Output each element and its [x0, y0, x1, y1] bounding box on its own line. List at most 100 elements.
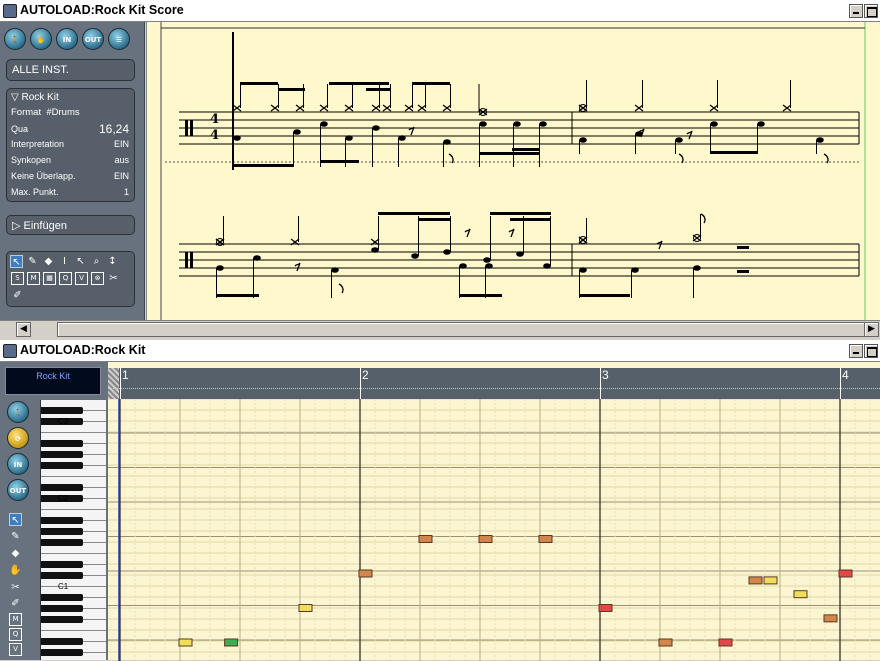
note-grid[interactable]	[108, 399, 880, 661]
list-icon[interactable]: ☰	[108, 28, 130, 50]
hand-icon[interactable]: ✋	[30, 28, 52, 50]
cymbal-notehead	[319, 104, 329, 112]
matrix-titlebar[interactable]: AUTOLOAD:Rock Kit	[0, 340, 880, 362]
s-tool-icon[interactable]: S	[11, 272, 24, 285]
beam	[217, 294, 259, 297]
hand-tool-icon[interactable]: ✋	[9, 564, 22, 577]
notehead	[371, 247, 379, 253]
out-icon[interactable]: OUT	[82, 28, 104, 50]
black-key[interactable]	[41, 605, 83, 612]
format-row[interactable]: Format #Drums	[11, 106, 129, 120]
black-key[interactable]	[41, 638, 83, 645]
insert-box[interactable]: ▷ Einfügen	[6, 215, 135, 235]
black-key[interactable]	[41, 616, 83, 623]
drum-grid[interactable]: 1 2 3 4	[108, 362, 880, 661]
params-header[interactable]: ▽ Rock Kit	[11, 91, 129, 105]
brush-tool-icon[interactable]: ✐	[11, 289, 24, 302]
bar-ruler[interactable]: 1 2 3 4	[108, 368, 880, 399]
walk-icon[interactable]: 🚶	[4, 28, 26, 50]
in-icon[interactable]: IN	[7, 453, 29, 475]
scissors-tool-icon[interactable]: ✂	[9, 581, 22, 594]
staff-system-2	[179, 243, 860, 277]
instrument-name-display[interactable]: Rock Kit	[5, 367, 101, 395]
score-canvas[interactable]: 44	[146, 22, 880, 320]
beam	[512, 148, 539, 151]
notehead	[443, 249, 451, 255]
minimize-button[interactable]	[849, 4, 863, 18]
black-key[interactable]	[41, 561, 83, 568]
black-key[interactable]	[41, 649, 83, 656]
max-value[interactable]: 1	[124, 185, 129, 199]
glue-tool-icon[interactable]: ⊗	[91, 272, 104, 285]
black-key[interactable]	[41, 440, 83, 447]
qua-row[interactable]: Qua 16,24	[11, 122, 129, 136]
black-key[interactable]	[41, 517, 83, 524]
black-key[interactable]	[41, 528, 83, 535]
q-tool-icon[interactable]: Q	[59, 272, 72, 285]
minimize-button[interactable]	[849, 344, 863, 358]
bar-tick	[840, 368, 841, 399]
instrument-set-box[interactable]: ALLE INST.	[6, 59, 135, 81]
m-tool-icon[interactable]: M	[27, 272, 40, 285]
catch-icon[interactable]: ⟳	[7, 427, 29, 449]
note-event	[718, 638, 733, 647]
zoom-tool-icon[interactable]: ⌕	[90, 255, 103, 268]
scroll-thumb[interactable]	[57, 322, 865, 337]
score-tools: ↖ ✎ ◆ I ↖ ⌕ ↕ S M ▦ Q V ⊗ ✂ ✐	[6, 251, 135, 307]
pencil-tool-icon[interactable]: ✎	[9, 530, 22, 543]
piano-keyboard[interactable]: C3 C2 C1	[40, 400, 106, 660]
score-hscrollbar[interactable]: ◀ ▶	[0, 320, 880, 338]
synkopen-value[interactable]: aus	[114, 153, 129, 167]
black-key[interactable]	[41, 484, 83, 491]
pencil-tool-icon[interactable]: ✎	[26, 255, 39, 268]
pointer-tool-icon[interactable]: ↖	[9, 513, 22, 526]
black-key[interactable]	[41, 539, 83, 546]
eraser-tool-icon[interactable]: ◆	[9, 547, 22, 560]
text-tool-icon[interactable]: I	[58, 255, 71, 268]
max-row[interactable]: Max. Punkt. 1	[11, 185, 129, 199]
beam	[378, 212, 450, 215]
interpretation-row[interactable]: Interpretation EIN	[11, 137, 129, 151]
pointer-tool-icon[interactable]: ↖	[10, 255, 23, 268]
qua-label: Qua	[11, 124, 29, 134]
in-icon[interactable]: IN	[56, 28, 78, 50]
keine-label: Keine Überlapp.	[11, 171, 76, 181]
eraser-tool-icon[interactable]: ◆	[42, 255, 55, 268]
resize-tool-icon[interactable]: ↕	[106, 255, 119, 268]
score-titlebar[interactable]: AUTOLOAD:Rock Kit Score	[0, 0, 880, 22]
interpretation-value[interactable]: EIN	[114, 137, 129, 151]
black-key[interactable]	[41, 572, 83, 579]
black-key[interactable]	[41, 407, 83, 414]
key-label: C2	[58, 494, 69, 503]
note-event	[598, 604, 613, 612]
v-tool-icon[interactable]: V	[9, 643, 22, 656]
notehead	[372, 125, 380, 131]
insert-label: Einfügen	[23, 220, 67, 232]
walk-icon[interactable]: 🚶	[7, 401, 29, 423]
brush-tool-icon[interactable]: ✐	[9, 597, 22, 610]
keine-value[interactable]: EIN	[114, 169, 129, 183]
scroll-right-icon[interactable]: ▶	[864, 322, 879, 337]
grid-tool-icon[interactable]: ▦	[43, 272, 56, 285]
scissors-tool-icon[interactable]: ✂	[107, 272, 120, 285]
m-tool-icon[interactable]: M	[9, 613, 22, 626]
black-key[interactable]	[41, 451, 83, 458]
keine-row[interactable]: Keine Überlapp. EIN	[11, 169, 129, 183]
out-icon[interactable]: OUT	[7, 479, 29, 501]
maximize-button[interactable]	[864, 344, 878, 358]
black-key[interactable]	[41, 462, 83, 469]
q-tool-icon[interactable]: Q	[9, 628, 22, 641]
qua-value[interactable]: 16,24	[99, 122, 129, 136]
bar-tick	[360, 368, 361, 399]
maximize-button[interactable]	[864, 4, 878, 18]
black-key[interactable]	[41, 594, 83, 601]
v-tool-icon[interactable]: V	[75, 272, 88, 285]
scroll-left-icon[interactable]: ◀	[16, 322, 31, 337]
arrow-tool-icon[interactable]: ↖	[74, 255, 87, 268]
time-signature-bottom: 4	[210, 128, 219, 143]
score-notation[interactable]: 44	[147, 22, 880, 320]
beam	[240, 82, 278, 85]
notehead	[293, 129, 301, 135]
beam	[580, 294, 630, 297]
synkopen-row[interactable]: Synkopen aus	[11, 153, 129, 167]
